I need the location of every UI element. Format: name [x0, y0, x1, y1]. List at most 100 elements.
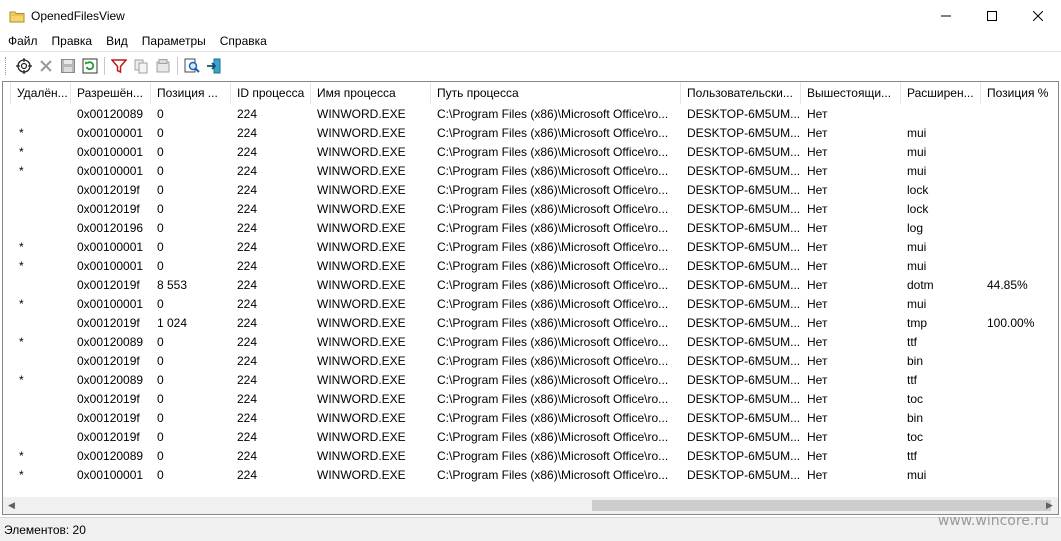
cell-position: 0 [157, 240, 164, 254]
cell-process-name: WINWORD.EXE [317, 107, 406, 121]
cell-process-path: C:\Program Files (x86)\Microsoft Office\… [437, 430, 669, 444]
cell-deleted: * [19, 468, 24, 482]
cell-position-percent [981, 409, 1056, 428]
cell-marker [3, 105, 11, 124]
table-row[interactable]: 0x00120196 0 224 WINWORD.EXE C:\Program File… [3, 219, 1058, 238]
cell-access: 0x0012019f [77, 392, 140, 406]
column-header-position-percent[interactable]: Позиция % [981, 82, 1056, 104]
cell-position-percent [981, 162, 1056, 181]
cell-process-name: WINWORD.EXE [317, 278, 406, 292]
cell-access: 0x00100001 [77, 126, 144, 140]
cell-process-name: WINWORD.EXE [317, 202, 406, 216]
cell-elevated: Нет [807, 411, 828, 425]
table-row[interactable]: 0x0012019f 0 224 WINWORD.EXE C:\Program File… [3, 352, 1058, 371]
menu-options[interactable]: Параметры [135, 31, 213, 51]
cell-position: 0 [157, 221, 164, 235]
filter-icon[interactable] [108, 55, 130, 77]
cell-position-percent [981, 181, 1056, 200]
cell-position: 0 [157, 335, 164, 349]
cell-position: 0 [157, 411, 164, 425]
menu-view[interactable]: Вид [99, 31, 135, 51]
cell-marker [3, 162, 11, 181]
exit-icon[interactable] [203, 55, 225, 77]
close-button[interactable] [1015, 0, 1061, 31]
cell-extension: bin [907, 411, 924, 425]
table-row[interactable]: * 0x00120089 0 224 WINWORD.EXE C:\Program Fil… [3, 371, 1058, 390]
cell-deleted: * [19, 240, 24, 254]
save-icon[interactable] [57, 55, 79, 77]
cell-access: 0x0012019f [77, 278, 140, 292]
column-header-process-name[interactable]: Имя процесса [311, 82, 431, 104]
cell-deleted [11, 219, 71, 238]
cell-position-percent [981, 447, 1056, 466]
cell-user: DESKTOP-6M5UM... [687, 278, 801, 292]
table-row[interactable]: 0x00120089 0 224 WINWORD.EXE C:\Program File… [3, 105, 1058, 124]
table-row[interactable]: * 0x00100001 0 224 WINWORD.EXE C:\Program Fil… [3, 162, 1058, 181]
cell-extension: toc [907, 392, 924, 406]
menu-help[interactable]: Справка [213, 31, 274, 51]
table-row[interactable]: 0x0012019f 0 224 WINWORD.EXE C:\Program File… [3, 181, 1058, 200]
table-row[interactable]: 0x0012019f 1 024 224 WINWORD.EXE C:\Program … [3, 314, 1058, 333]
menu-bar: Файл Правка Вид Параметры Справка [0, 31, 1061, 51]
scroll-right-icon[interactable]: ▶ [1041, 497, 1058, 514]
menu-edit[interactable]: Правка [45, 31, 100, 51]
horizontal-scrollbar[interactable]: ◀ ▶ [3, 497, 1058, 514]
table-row[interactable]: * 0x00120089 0 224 WINWORD.EXE C:\Program Fil… [3, 333, 1058, 352]
cell-elevated: Нет [807, 183, 828, 197]
cell-process-name: WINWORD.EXE [317, 316, 406, 330]
column-header-process-id[interactable]: ID процесса [231, 82, 311, 104]
column-header-marker[interactable] [3, 82, 11, 104]
table-row[interactable]: * 0x00100001 0 224 WINWORD.EXE C:\Program Fil… [3, 466, 1058, 485]
table-row[interactable]: 0x0012019f 0 224 WINWORD.EXE C:\Program File… [3, 390, 1058, 409]
table-row[interactable]: * 0x00100001 0 224 WINWORD.EXE C:\Program Fil… [3, 295, 1058, 314]
cell-extension: tmp [907, 316, 928, 330]
cell-user: DESKTOP-6M5UM... [687, 335, 801, 349]
column-header-extension[interactable]: Расширен... [901, 82, 981, 104]
cell-marker [3, 200, 11, 219]
properties-icon[interactable] [152, 55, 174, 77]
toolbar-grip[interactable] [5, 56, 9, 75]
table-row[interactable]: * 0x00100001 0 224 WINWORD.EXE C:\Program Fil… [3, 238, 1058, 257]
maximize-button[interactable] [969, 0, 1015, 31]
cell-extension [901, 105, 981, 124]
cell-process-name: WINWORD.EXE [317, 297, 406, 311]
cell-process-name: WINWORD.EXE [317, 183, 406, 197]
cell-process-id: 224 [237, 240, 258, 254]
find-icon[interactable] [181, 55, 203, 77]
folder-app-icon [9, 8, 25, 24]
cell-user: DESKTOP-6M5UM... [687, 411, 801, 425]
cell-elevated: Нет [807, 278, 828, 292]
table-row[interactable]: * 0x00100001 0 224 WINWORD.EXE C:\Program Fil… [3, 257, 1058, 276]
cell-position: 0 [157, 297, 164, 311]
column-header-elevated[interactable]: Вышестоящи... [801, 82, 901, 104]
cell-deleted [11, 390, 71, 409]
menu-file[interactable]: Файл [0, 31, 45, 51]
table-row[interactable]: * 0x00100001 0 224 WINWORD.EXE C:\Program Fil… [3, 143, 1058, 162]
target-icon[interactable] [13, 55, 35, 77]
cell-process-path: C:\Program Files (x86)\Microsoft Office\… [437, 202, 669, 216]
delete-icon[interactable] [35, 55, 57, 77]
column-header-process-path[interactable]: Путь процесса [431, 82, 681, 104]
table-row[interactable]: * 0x00100001 0 224 WINWORD.EXE C:\Program Fil… [3, 124, 1058, 143]
minimize-button[interactable] [923, 0, 969, 31]
column-header-access[interactable]: Разрешён... [71, 82, 151, 104]
scroll-left-icon[interactable]: ◀ [3, 497, 20, 514]
cell-access: 0x00120089 [77, 107, 144, 121]
cell-process-path: C:\Program Files (x86)\Microsoft Office\… [437, 126, 669, 140]
scroll-thumb[interactable] [592, 500, 1051, 511]
file-list[interactable]: Удалён... Разрешён... Позиция ... ID про… [2, 81, 1059, 515]
cell-user: DESKTOP-6M5UM... [687, 430, 801, 444]
cell-access: 0x0012019f [77, 202, 140, 216]
column-header-position[interactable]: Позиция ... [151, 82, 231, 104]
table-row[interactable]: 0x0012019f 0 224 WINWORD.EXE C:\Program File… [3, 200, 1058, 219]
table-row[interactable]: 0x0012019f 0 224 WINWORD.EXE C:\Program File… [3, 428, 1058, 447]
column-header-deleted[interactable]: Удалён... [11, 82, 71, 104]
refresh-icon[interactable] [79, 55, 101, 77]
column-header-user[interactable]: Пользовательски... [681, 82, 801, 104]
cell-marker [3, 276, 11, 295]
copy-icon[interactable] [130, 55, 152, 77]
table-row[interactable]: * 0x00120089 0 224 WINWORD.EXE C:\Program Fil… [3, 447, 1058, 466]
table-row[interactable]: 0x0012019f 8 553 224 WINWORD.EXE C:\Program … [3, 276, 1058, 295]
table-row[interactable]: 0x0012019f 0 224 WINWORD.EXE C:\Program File… [3, 409, 1058, 428]
cell-elevated: Нет [807, 164, 828, 178]
